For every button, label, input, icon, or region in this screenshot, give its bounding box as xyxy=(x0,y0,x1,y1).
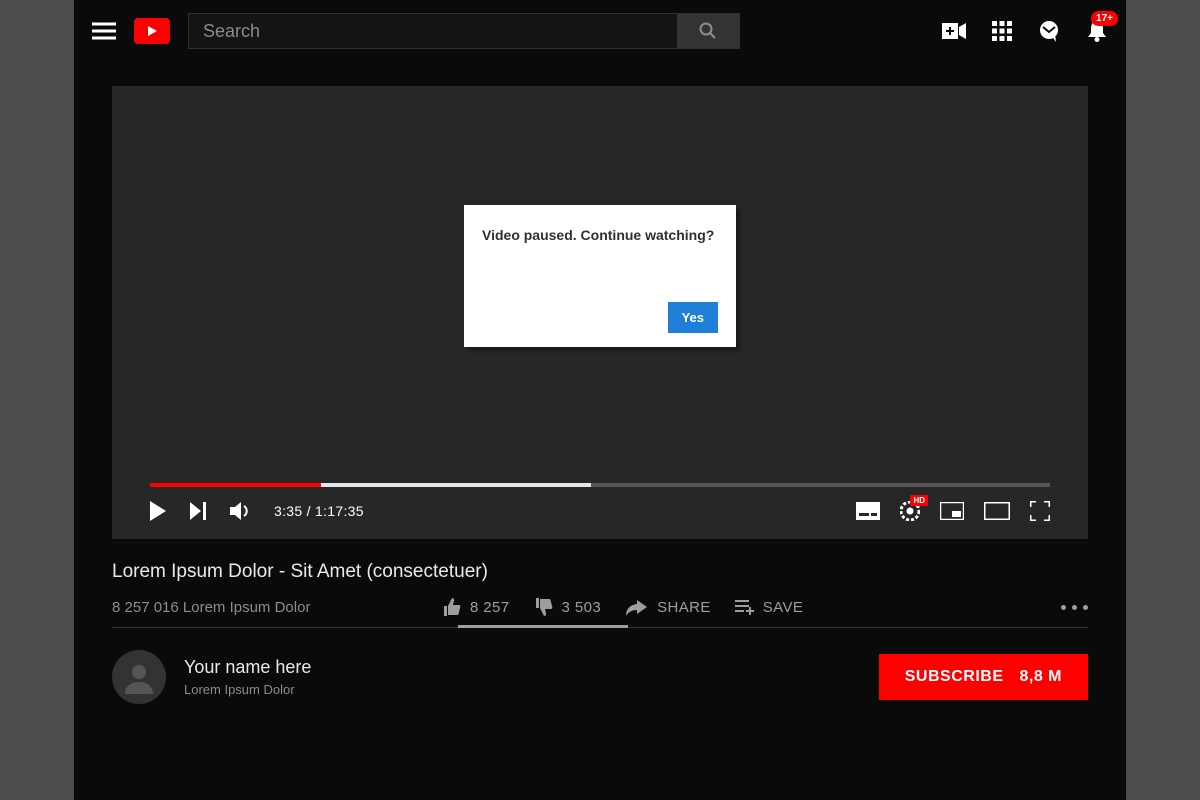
search-icon xyxy=(699,22,717,40)
header-right: 17+ xyxy=(942,19,1108,43)
search-input[interactable] xyxy=(189,14,677,48)
create-video-icon[interactable] xyxy=(942,22,966,40)
hamburger-menu-icon[interactable] xyxy=(92,22,116,40)
dislike-count: 3 503 xyxy=(562,599,602,616)
apps-grid-icon[interactable] xyxy=(992,21,1012,41)
avatar-placeholder-icon xyxy=(122,660,156,694)
channel-subtitle: Lorem Ipsum Dolor xyxy=(184,682,311,697)
save-button[interactable]: SAVE xyxy=(735,599,804,616)
hd-badge: HD xyxy=(910,495,928,506)
pause-dialog-message: Video paused. Continue watching? xyxy=(482,227,718,243)
player-controls: 3:35 / 1:17:35 HD xyxy=(150,495,1050,527)
notifications-bell-icon[interactable]: 17+ xyxy=(1086,19,1108,43)
share-arrow-icon xyxy=(625,598,649,616)
dislike-button[interactable]: 3 503 xyxy=(534,597,602,617)
video-player[interactable]: Video paused. Continue watching? Yes xyxy=(112,86,1088,539)
play-icon[interactable] xyxy=(150,501,168,521)
channel-avatar[interactable] xyxy=(112,650,166,704)
sentiment-underline xyxy=(458,625,628,628)
subscriber-count: 8,8 M xyxy=(1019,668,1062,686)
settings-gear-icon[interactable]: HD xyxy=(900,501,920,521)
pause-dialog: Video paused. Continue watching? Yes xyxy=(464,205,736,347)
channel-info: Your name here Lorem Ipsum Dolor xyxy=(184,657,311,697)
progress-played xyxy=(150,483,321,487)
meta-row: 8 257 016 Lorem Ipsum Dolor 8 257 3 503 … xyxy=(112,597,1088,628)
logo-icon[interactable] xyxy=(134,18,170,44)
volume-icon[interactable] xyxy=(230,501,252,521)
view-count: 8 257 016 Lorem Ipsum Dolor xyxy=(112,599,432,616)
pause-dialog-yes-button[interactable]: Yes xyxy=(668,302,718,333)
notification-badge: 17+ xyxy=(1091,11,1118,26)
channel-name[interactable]: Your name here xyxy=(184,657,311,678)
thumbs-down-icon xyxy=(534,597,554,617)
miniplayer-icon[interactable] xyxy=(940,502,964,520)
video-title: Lorem Ipsum Dolor - Sit Amet (consectetu… xyxy=(112,561,1088,583)
search-button[interactable] xyxy=(677,14,739,48)
video-meta: Lorem Ipsum Dolor - Sit Amet (consectetu… xyxy=(74,539,1126,628)
messages-icon[interactable] xyxy=(1038,20,1060,42)
fullscreen-icon[interactable] xyxy=(1030,501,1050,521)
thumbs-up-icon xyxy=(442,597,462,617)
search-bar xyxy=(188,13,740,49)
playlist-add-icon xyxy=(735,599,755,615)
save-label: SAVE xyxy=(763,599,804,616)
subscribe-label: SUBSCRIBE xyxy=(905,668,1004,686)
share-label: SHARE xyxy=(657,599,711,616)
channel-row: Your name here Lorem Ipsum Dolor SUBSCRI… xyxy=(74,628,1126,704)
player-stage: Video paused. Continue watching? Yes xyxy=(74,62,1126,539)
like-count: 8 257 xyxy=(470,599,510,616)
like-button[interactable]: 8 257 xyxy=(442,597,510,617)
top-bar: 17+ xyxy=(74,0,1126,62)
share-button[interactable]: SHARE xyxy=(625,598,711,616)
more-actions-button[interactable] xyxy=(1061,605,1088,610)
captions-icon[interactable] xyxy=(856,502,880,520)
next-icon[interactable] xyxy=(190,502,208,520)
subscribe-button[interactable]: SUBSCRIBE 8,8 M xyxy=(879,654,1088,700)
theater-mode-icon[interactable] xyxy=(984,502,1010,520)
app-frame: 17+ Video paused. Continue watching? Yes xyxy=(74,0,1126,800)
time-display: 3:35 / 1:17:35 xyxy=(274,503,364,519)
progress-bar[interactable] xyxy=(150,483,1050,487)
